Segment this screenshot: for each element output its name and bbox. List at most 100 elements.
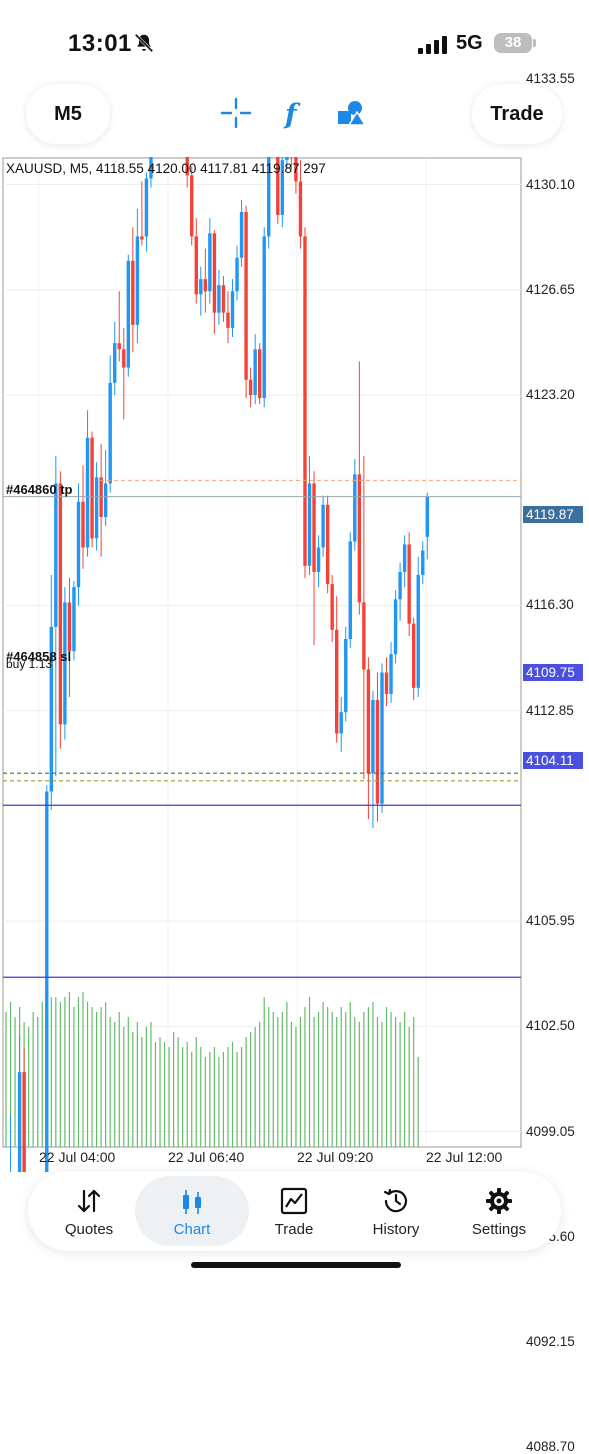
timeframe-button[interactable]: M5 [26, 84, 110, 144]
candle-body [217, 285, 220, 312]
candle-body [54, 483, 57, 626]
status-bar: 13:01 5G 38 [0, 0, 589, 80]
candle-body [127, 261, 130, 368]
candle-body [367, 670, 370, 774]
candle-body [417, 575, 420, 688]
level-price-tag-2[interactable]: 4104.11 [523, 752, 583, 769]
candle-body [18, 1072, 21, 1172]
tab-trade[interactable]: Trade [242, 1171, 346, 1251]
chart-icon [176, 1186, 208, 1218]
candle-body [68, 602, 71, 651]
tab-settings[interactable]: Settings [447, 1171, 551, 1251]
candle-body [86, 438, 89, 548]
candle-body [99, 477, 102, 517]
x-tick-label: 22 Jul 04:00 [39, 1149, 115, 1165]
tab-history[interactable]: History [344, 1171, 448, 1251]
candle-body [353, 474, 356, 541]
network-type: 5G [456, 32, 483, 55]
y-tick-label: 4112.85 [526, 703, 574, 718]
candle-body [95, 477, 98, 538]
candle-body [208, 233, 211, 291]
y-tick-label: 4123.20 [526, 387, 575, 402]
settings-icon [483, 1185, 515, 1217]
plot-frame [3, 158, 521, 1147]
chart-canvas[interactable] [0, 157, 589, 1172]
tab-label: Trade [242, 1221, 346, 1238]
tab-quotes[interactable]: Quotes [37, 1171, 141, 1251]
candle-body [376, 700, 379, 804]
y-tick-label: 4126.65 [526, 282, 575, 297]
x-tick-label: 22 Jul 06:40 [168, 1149, 244, 1165]
candle-body [385, 673, 388, 694]
candle-body [358, 474, 361, 602]
candle-body [81, 502, 84, 548]
candle-body [403, 544, 406, 571]
candle-body [244, 212, 247, 380]
candle-body [145, 178, 148, 236]
candle-body [394, 599, 397, 654]
candle-body [213, 233, 216, 312]
candle-body [326, 505, 329, 584]
candle-body [222, 285, 225, 312]
battery-level: 38 [494, 33, 532, 53]
candle-body [398, 572, 401, 599]
y-tick-label: 4105.95 [526, 913, 575, 928]
objects-icon[interactable] [333, 96, 367, 130]
y-tick-label: 4130.10 [526, 177, 575, 192]
signal-icon [418, 36, 448, 54]
chart-toolbar: M5 f Trade [0, 80, 589, 155]
candle-body [240, 212, 243, 258]
svg-text:f: f [283, 99, 301, 130]
candle-body [362, 602, 365, 669]
tab-chart[interactable]: Chart [135, 1176, 249, 1246]
candle-body [118, 343, 121, 349]
candle-body [412, 624, 415, 688]
candle-body [426, 497, 429, 537]
candle-body [140, 236, 143, 239]
candle-body [204, 279, 207, 291]
candle-body [22, 1072, 25, 1172]
candle-body [299, 182, 302, 237]
crosshair-icon[interactable] [219, 96, 253, 130]
candle-body [113, 343, 116, 383]
chart-symbol-header: XAUUSD, M5, 4118.55 4120.00 4117.81 4119… [6, 161, 326, 176]
trade-icon [278, 1185, 310, 1217]
status-time: 13:01 [68, 30, 132, 58]
tab-label: History [344, 1221, 448, 1238]
candle-body [340, 712, 343, 733]
candle-body [380, 673, 383, 804]
function-icon[interactable]: f [276, 96, 310, 130]
y-tick-label: 4116.30 [526, 597, 574, 612]
candle-body [308, 483, 311, 565]
candle-body [349, 541, 352, 639]
level-price-tag-1[interactable]: 4109.75 [523, 664, 583, 681]
candle-body [195, 236, 198, 294]
candle-body [235, 258, 238, 292]
candle-body [421, 551, 424, 575]
price-chart[interactable]: XAUUSD, M5, 4118.55 4120.00 4117.81 4119… [0, 157, 589, 1172]
candle-body [407, 544, 410, 623]
candle-body [317, 548, 320, 572]
candle-body [104, 483, 107, 517]
candle-body [77, 502, 80, 587]
candle-body [45, 792, 48, 1173]
candle-body [303, 236, 306, 565]
take-profit-label[interactable]: #464860 tp [6, 482, 73, 497]
trade-button[interactable]: Trade [472, 84, 562, 144]
candle-body [249, 380, 252, 395]
home-indicator [191, 1262, 401, 1268]
candle-body [344, 639, 347, 712]
candle-body [231, 291, 234, 328]
battery-icon [533, 39, 536, 47]
candle-body [263, 236, 266, 398]
candle-body [59, 483, 62, 724]
candle-body [108, 383, 111, 484]
candle-body [131, 261, 134, 325]
buy-position-label[interactable]: buy 1.13 [6, 657, 52, 671]
candle-body [321, 505, 324, 548]
candle-body [199, 279, 202, 294]
x-tick-label: 22 Jul 09:20 [297, 1149, 373, 1165]
bottom-tab-bar: Quotes Chart Trade History [28, 1171, 561, 1251]
silent-bell-icon [133, 32, 155, 54]
y-tick-label: 4133.55 [526, 71, 575, 86]
